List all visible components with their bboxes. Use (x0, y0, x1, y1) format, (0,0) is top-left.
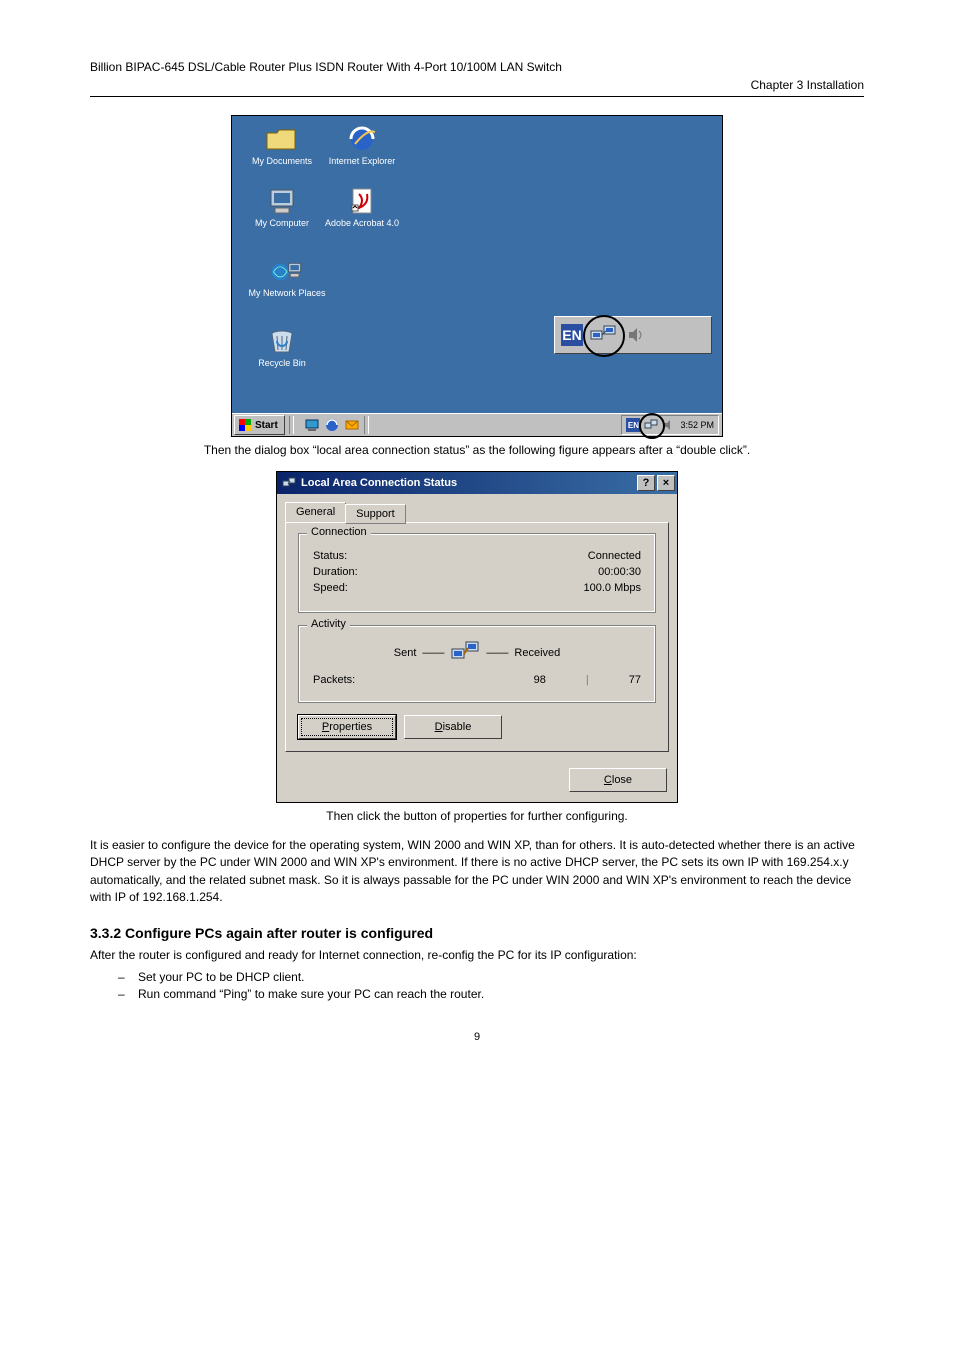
taskbar-divider (364, 416, 369, 434)
activity-separator: | (586, 674, 589, 686)
packets-label: Packets: (313, 674, 355, 686)
language-indicator[interactable]: EN (561, 324, 583, 346)
duration-value: 00:00:30 (598, 566, 641, 578)
desktop-icon-label: Recycle Bin (242, 358, 322, 369)
header-rule (90, 96, 864, 97)
ie-icon (345, 124, 379, 154)
figure2-caption: Then click the button of properties for … (90, 809, 864, 823)
tray-volume-icon[interactable] (662, 418, 676, 432)
desktop-icon-acrobat[interactable]: Adobe Acrobat 4.0 (322, 186, 402, 229)
desktop-icon-network-places[interactable]: My Network Places (242, 256, 332, 299)
tab-pane-general: Connection Status: Connected Duration: 0… (285, 522, 669, 752)
groupbox-connection-legend: Connection (307, 526, 371, 538)
tray-network-icon[interactable] (644, 418, 658, 432)
tray-zoom-inset: EN (554, 316, 712, 354)
section-heading: 3.3.2 Configure PCs again after router i… (90, 925, 864, 941)
dialog-title: Local Area Connection Status (301, 477, 457, 489)
activity-received-label: Received (514, 647, 560, 659)
desktop-icon-label: My Network Places (242, 288, 332, 299)
bullet-text: Run command “Ping” to make sure your PC … (138, 987, 484, 1001)
acrobat-icon (345, 186, 379, 216)
tab-support-label: Support (356, 508, 395, 520)
list-item: – Set your PC to be DHCP client. (118, 970, 864, 984)
dialog-close-button[interactable]: × (657, 475, 675, 491)
groupbox-activity: Activity Sent —— (298, 625, 656, 703)
tab-support[interactable]: Support (345, 504, 406, 524)
dialog-title-icon (281, 475, 297, 491)
language-indicator-label: EN (562, 327, 581, 343)
start-button[interactable]: Start (234, 415, 285, 435)
network-places-icon (270, 256, 304, 286)
status-label: Status: (313, 550, 347, 562)
bullet-dash: – (118, 970, 128, 984)
packets-sent-value: 98 (534, 674, 546, 686)
disable-button[interactable]: Disable (404, 715, 502, 739)
properties-button[interactable]: Properties (298, 715, 396, 739)
help-icon: ? (643, 477, 650, 489)
close-button[interactable]: Close (569, 768, 667, 792)
header-chapter: Chapter 3 Installation (751, 78, 864, 92)
quick-launch-outlook-icon[interactable] (344, 417, 360, 433)
computer-icon (265, 186, 299, 216)
figure1-caption: Then the dialog box “local area connecti… (90, 443, 864, 457)
desktop-icon-label: Adobe Acrobat 4.0 (322, 218, 402, 229)
network-tray-icon[interactable] (587, 321, 621, 349)
desktop-icon-my-computer[interactable]: My Computer (242, 186, 322, 229)
dialog-help-button[interactable]: ? (637, 475, 655, 491)
speed-value: 100.0 Mbps (584, 582, 641, 594)
dialog-tabs: General Support (285, 500, 669, 522)
page-number: 9 (90, 1031, 864, 1043)
windows-flag-icon (239, 419, 251, 431)
tray-clock: 3:52 PM (680, 420, 714, 430)
bullet-dash: – (118, 987, 128, 1001)
bullet-text: Set your PC to be DHCP client. (138, 970, 305, 984)
speed-label: Speed: (313, 582, 348, 594)
dialog-titlebar[interactable]: Local Area Connection Status ? × (277, 472, 677, 494)
activity-dash: —— (486, 647, 508, 659)
paragraph-auto-detect: It is easier to configure the device for… (90, 837, 864, 907)
activity-network-icon (450, 640, 480, 666)
groupbox-connection: Connection Status: Connected Duration: 0… (298, 533, 656, 613)
quick-launch-desktop-icon[interactable] (304, 417, 320, 433)
figure-connection-status-dialog: Local Area Connection Status ? × General… (276, 471, 678, 803)
properties-button-label: Properties (322, 721, 372, 733)
system-tray: EN 3:52 PM (621, 415, 719, 435)
section-intro: After the router is configured and ready… (90, 947, 864, 964)
desktop-icon-recycle-bin[interactable]: Recycle Bin (242, 326, 322, 369)
tray-language-icon[interactable]: EN (626, 418, 640, 432)
desktop-icon-my-documents[interactable]: My Documents (242, 124, 322, 167)
groupbox-activity-legend: Activity (307, 618, 350, 630)
quick-launch (304, 417, 360, 433)
volume-tray-icon[interactable] (625, 324, 647, 346)
taskbar: Start EN (232, 413, 722, 436)
taskbar-divider (289, 416, 294, 434)
activity-dash: —— (422, 647, 444, 659)
section-bullets: – Set your PC to be DHCP client. – Run c… (118, 970, 864, 1001)
desktop-icon-label: Internet Explorer (322, 156, 402, 167)
start-button-label: Start (255, 420, 278, 431)
list-item: – Run command “Ping” to make sure your P… (118, 987, 864, 1001)
desktop-icon-label: My Computer (242, 218, 322, 229)
close-icon: × (663, 477, 669, 489)
folder-icon (265, 124, 299, 154)
activity-sent-label: Sent (394, 647, 417, 659)
header-product: Billion BIPAC-645 DSL/Cable Router Plus … (90, 60, 562, 74)
figure-desktop-screenshot: My Documents Internet Explorer My Co (231, 115, 723, 437)
desktop-icon-label: My Documents (242, 156, 322, 167)
status-value: Connected (588, 550, 641, 562)
duration-label: Duration: (313, 566, 358, 578)
desktop-icon-ie[interactable]: Internet Explorer (322, 124, 402, 167)
quick-launch-ie-icon[interactable] (324, 417, 340, 433)
close-button-label: Close (604, 774, 632, 786)
tab-general-label: General (296, 506, 335, 518)
tab-general[interactable]: General (285, 502, 346, 522)
disable-button-label: Disable (435, 721, 472, 733)
packets-received-value: 77 (629, 674, 641, 686)
recycle-bin-icon (265, 326, 299, 356)
